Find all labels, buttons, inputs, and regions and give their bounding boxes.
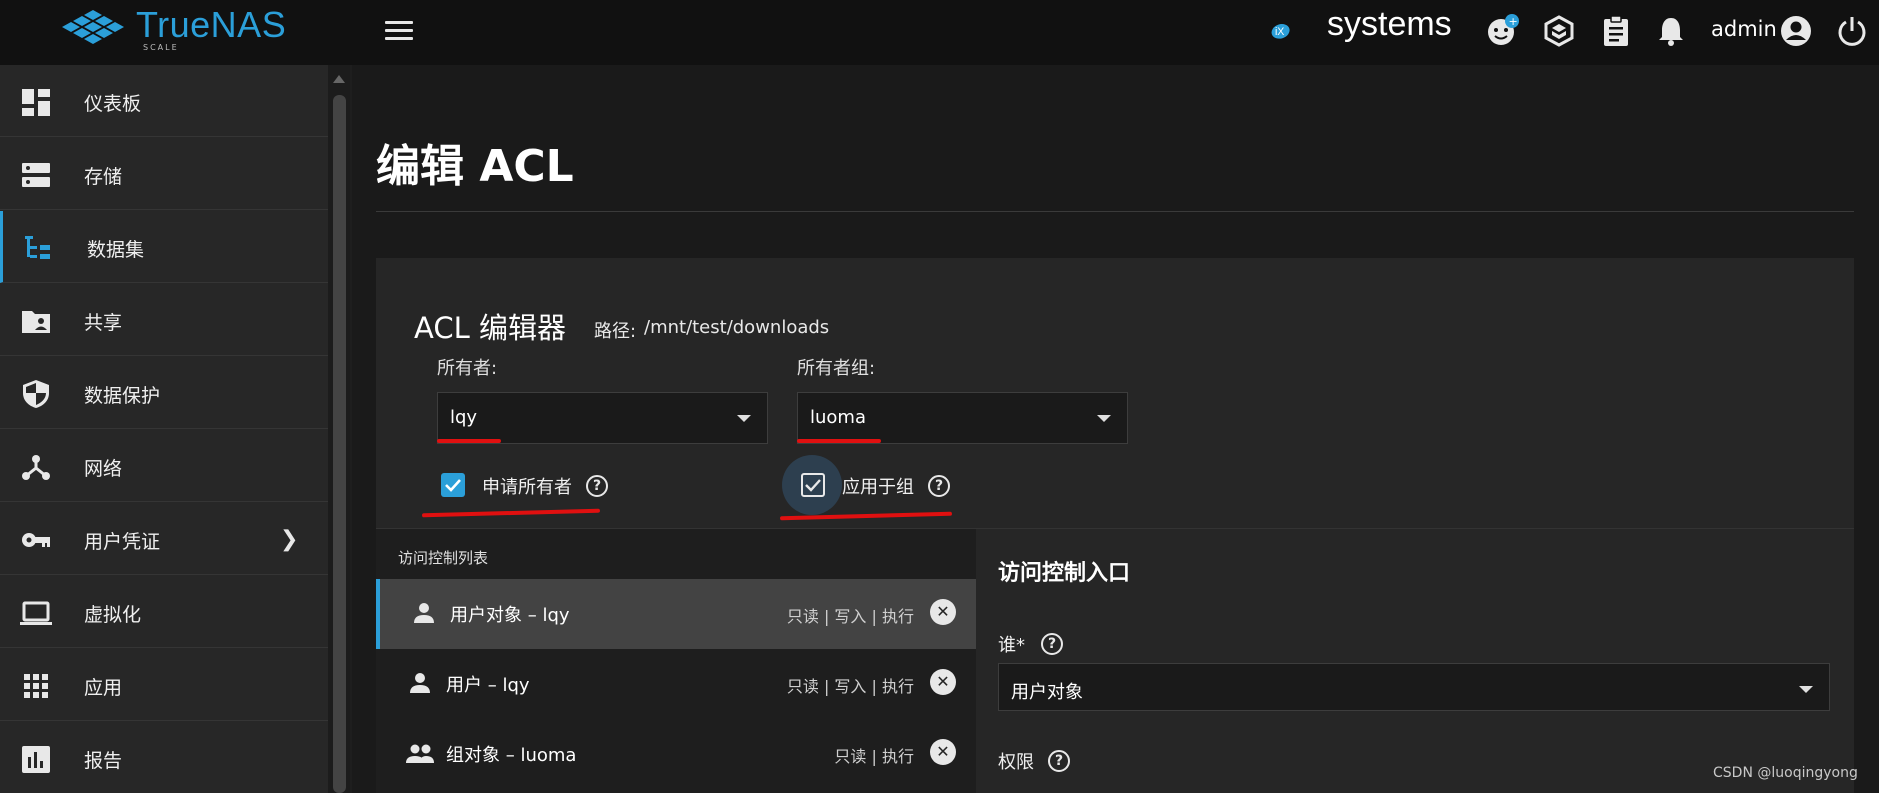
checkmark-icon	[805, 479, 821, 492]
tasks-icon[interactable]	[1597, 12, 1635, 50]
power-icon[interactable]	[1833, 12, 1871, 50]
sidebar-item-storage[interactable]: 存储	[0, 138, 328, 210]
owner-group-select-value: luoma	[810, 407, 866, 428]
remove-entry-icon[interactable]: ✕	[930, 739, 956, 765]
scrollbar-thumb[interactable]	[333, 95, 346, 793]
shares-folder-icon	[22, 311, 50, 333]
sidebar: 仪表板 存储 数据集 共享 数据保护 网络 用户凭证 ❯ 虚拟化 应用 报告	[0, 65, 328, 793]
chevron-right-icon: ❯	[280, 527, 299, 552]
acl-list-item[interactable]: 用户 – lqy 只读 | 写入 | 执行 ✕	[376, 649, 976, 719]
sidebar-item-credentials[interactable]: 用户凭证 ❯	[0, 503, 328, 575]
sidebar-item-label: 网络	[84, 458, 123, 480]
owner-label: 所有者:	[437, 358, 498, 379]
sidebar-item-virtualization[interactable]: 虚拟化	[0, 576, 328, 648]
sidebar-item-label: 数据保护	[84, 385, 161, 407]
dashboard-icon	[22, 89, 50, 116]
reports-chart-icon	[22, 746, 50, 773]
acl-list-heading: 访问控制列表	[398, 549, 489, 567]
acl-editor-title: ACL 编辑器	[414, 311, 566, 345]
sidebar-item-dashboard[interactable]: 仪表板	[0, 65, 328, 137]
dropdown-arrow-icon	[1097, 415, 1111, 422]
dropdown-arrow-icon	[737, 415, 751, 422]
sidebar-item-data-protection[interactable]: 数据保护	[0, 357, 328, 429]
watermark: CSDN @luoqingyong	[1713, 765, 1858, 781]
sidebar-item-label: 用户凭证	[84, 531, 161, 553]
acl-list-item[interactable]: 组对象 – luoma 只读 | 执行 ✕	[376, 719, 976, 789]
help-icon[interactable]: ?	[586, 475, 608, 497]
sidebar-item-label: 存储	[84, 166, 123, 188]
feedback-icon[interactable]: +	[1484, 12, 1522, 50]
svg-text:iX: iX	[1275, 26, 1284, 38]
annotation-underline	[437, 439, 501, 443]
acl-list-item[interactable]: 用户对象 – lqy 只读 | 写入 | 执行 ✕	[376, 579, 976, 649]
menu-toggle-icon[interactable]	[385, 18, 413, 42]
acl-entry-permissions: 只读 | 写入 | 执行	[786, 677, 914, 696]
scroll-up-icon[interactable]	[333, 75, 345, 83]
network-icon	[22, 455, 50, 480]
who-label: 谁*	[998, 635, 1025, 656]
datasets-icon	[25, 236, 50, 259]
owner-select-value: lqy	[450, 407, 478, 428]
user-name[interactable]: admin	[1711, 17, 1777, 41]
vendor-name: systems	[1327, 5, 1452, 43]
svg-text:+: +	[1509, 15, 1518, 28]
apply-owner-label: 申请所有者	[482, 477, 572, 498]
sidebar-item-label: 共享	[84, 312, 123, 334]
owner-group-select[interactable]: luoma	[797, 392, 1128, 444]
sidebar-item-label: 应用	[84, 677, 123, 699]
sidebar-item-label: 数据集	[87, 239, 145, 261]
brand-edition: SCALE	[143, 43, 179, 52]
shield-icon	[23, 380, 49, 408]
acl-entry-permissions: 只读 | 写入 | 执行	[786, 607, 914, 626]
remove-entry-icon[interactable]: ✕	[930, 669, 956, 695]
who-select-value: 用户对象	[1011, 682, 1083, 703]
apply-owner-checkbox[interactable]	[441, 473, 465, 497]
person-icon	[410, 673, 430, 693]
account-circle-icon[interactable]	[1777, 12, 1815, 50]
permissions-label: 权限	[998, 752, 1034, 773]
truenas-logo-icon	[62, 10, 124, 44]
acl-entry-name: 组对象 – luoma	[446, 745, 577, 766]
help-icon[interactable]: ?	[1041, 633, 1063, 655]
apply-group-checkbox[interactable]	[801, 473, 825, 497]
who-select[interactable]: 用户对象	[998, 663, 1830, 711]
sidebar-scrollbar[interactable]	[328, 65, 350, 793]
sidebar-item-label: 报告	[84, 750, 123, 772]
remove-entry-icon[interactable]: ✕	[930, 599, 956, 625]
logo-area[interactable]: TrueNAS SCALE	[0, 0, 352, 65]
help-icon[interactable]: ?	[928, 475, 950, 497]
help-icon[interactable]: ?	[1048, 750, 1070, 772]
title-divider	[376, 211, 1854, 212]
owner-group-label: 所有者组:	[797, 358, 876, 379]
ix-systems-logo-icon: iX	[1271, 24, 1290, 39]
acl-entry-name: 用户对象 – lqy	[450, 605, 570, 626]
apply-group-label: 应用于组	[842, 477, 914, 498]
path-label: 路径:	[594, 321, 637, 342]
group-icon	[406, 744, 434, 763]
brand-name: TrueNAS	[136, 4, 287, 45]
sidebar-item-network[interactable]: 网络	[0, 430, 328, 502]
dropdown-arrow-icon	[1799, 686, 1813, 693]
key-icon	[22, 533, 50, 547]
acl-entry-title: 访问控制入口	[998, 561, 1131, 586]
acl-entry-name: 用户 – lqy	[446, 675, 530, 696]
checkmark-icon	[445, 479, 461, 492]
path-value: /mnt/test/downloads	[644, 317, 830, 338]
apps-grid-icon	[24, 674, 48, 698]
sidebar-item-shares[interactable]: 共享	[0, 284, 328, 356]
sidebar-item-datasets[interactable]: 数据集	[0, 211, 328, 283]
owner-select[interactable]: lqy	[437, 392, 768, 444]
storage-icon	[22, 163, 50, 187]
annotation-underline	[797, 439, 881, 443]
laptop-icon	[20, 601, 52, 625]
person-icon	[414, 603, 434, 623]
sidebar-item-apps[interactable]: 应用	[0, 649, 328, 721]
truecommand-icon[interactable]	[1540, 12, 1578, 50]
sidebar-item-label: 仪表板	[84, 93, 142, 115]
page-title: 编辑 ACL	[376, 141, 574, 192]
sidebar-item-label: 虚拟化	[84, 604, 142, 626]
acl-entry-permissions: 只读 | 执行	[834, 747, 914, 766]
alerts-bell-icon[interactable]	[1652, 12, 1690, 50]
sidebar-item-reports[interactable]: 报告	[0, 722, 328, 793]
